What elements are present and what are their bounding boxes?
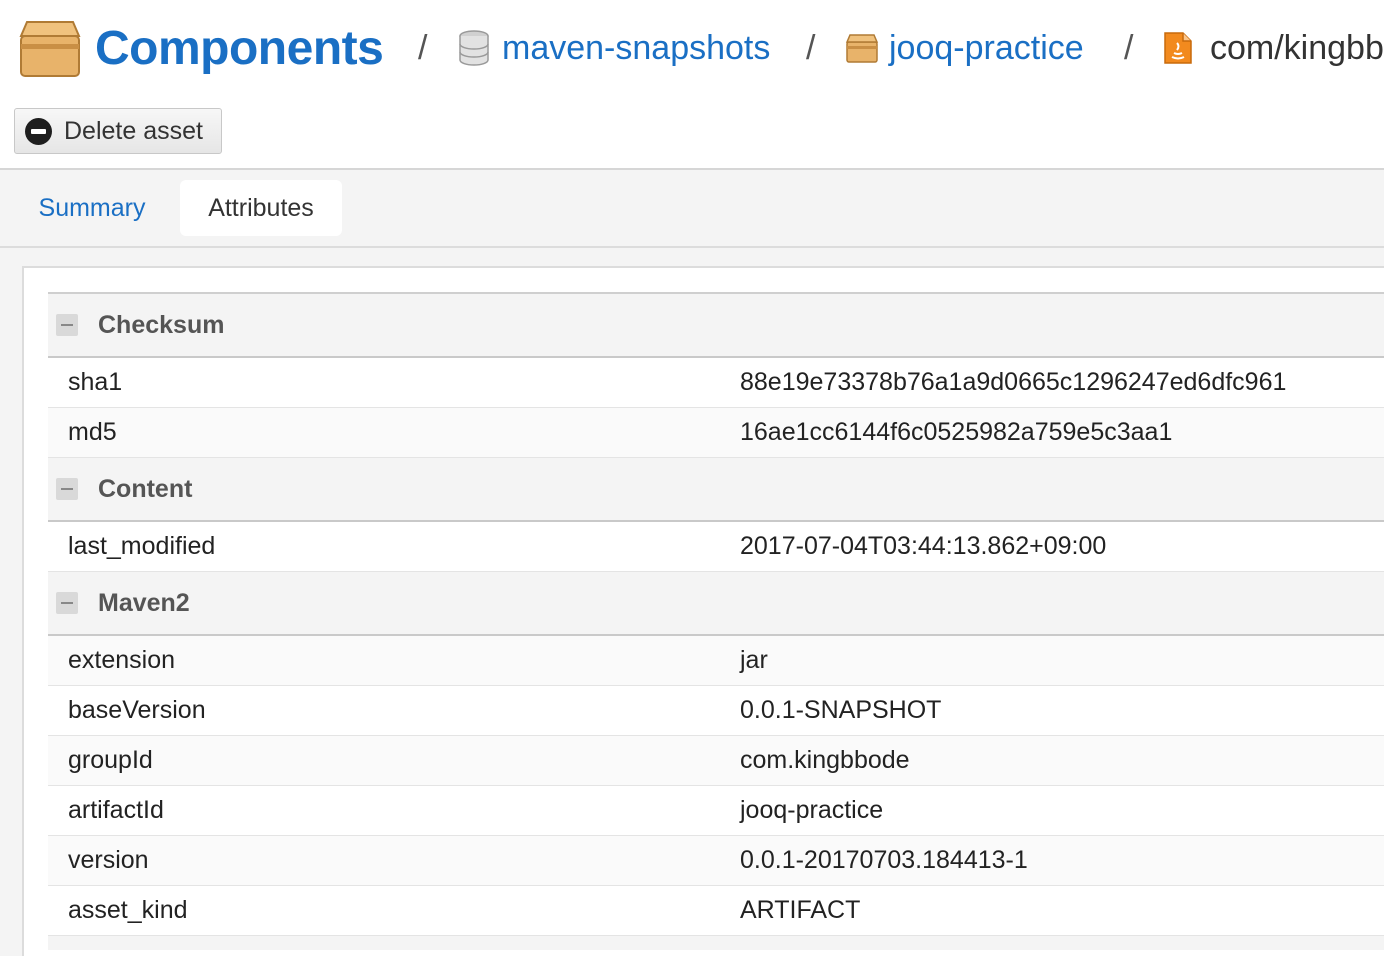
- attribute-key: groupId: [68, 746, 153, 774]
- breadcrumb: Components / maven-snapshots / jooq-prac…: [0, 0, 1384, 96]
- attribute-key: md5: [68, 418, 117, 446]
- attribute-row: sha1 88e19e73378b76a1a9d0665c1296247ed6d…: [48, 358, 1384, 408]
- tab-attributes[interactable]: Attributes: [180, 180, 342, 236]
- box-icon: [845, 0, 879, 96]
- group-title: Maven2: [98, 588, 190, 617]
- group-header-content[interactable]: Content: [48, 458, 1384, 522]
- attribute-row: baseVersion 0.0.1-SNAPSHOT: [48, 686, 1384, 736]
- attribute-value: 88e19e73378b76a1a9d0665c1296247ed6dfc961: [740, 368, 1287, 396]
- grid-footer: [48, 936, 1384, 950]
- attribute-key: sha1: [68, 368, 123, 396]
- breadcrumb-link-repository[interactable]: maven-snapshots: [502, 0, 770, 96]
- attribute-row: last_modified 2017-07-04T03:44:13.862+09…: [48, 522, 1384, 572]
- collapse-icon[interactable]: [56, 478, 78, 500]
- attribute-key: asset_kind: [68, 896, 188, 924]
- tab-summary[interactable]: Summary: [20, 180, 164, 236]
- breadcrumb-current-asset: com/kingbb: [1210, 28, 1384, 67]
- attribute-value: jooq-practice: [740, 796, 884, 824]
- group-title: Checksum: [98, 310, 225, 339]
- database-icon: [458, 0, 490, 96]
- attribute-row: groupId com.kingbbode: [48, 736, 1384, 786]
- collapse-icon[interactable]: [56, 314, 78, 336]
- attribute-key: version: [68, 846, 149, 874]
- attribute-key: baseVersion: [68, 696, 206, 724]
- attribute-value: jar: [740, 646, 768, 674]
- breadcrumb-separator: /: [1124, 28, 1134, 67]
- breadcrumb-link-component[interactable]: jooq-practice: [889, 0, 1084, 96]
- collapse-icon[interactable]: [56, 592, 78, 614]
- group-header-checksum[interactable]: Checksum: [48, 294, 1384, 358]
- components-icon: [18, 0, 82, 96]
- attribute-value: 0.0.1-SNAPSHOT: [740, 696, 942, 724]
- toolbar: Delete asset: [0, 96, 1384, 170]
- attribute-row: extension jar: [48, 636, 1384, 686]
- attribute-row: md5 16ae1cc6144f6c0525982a759e5c3aa1: [48, 408, 1384, 458]
- minus-circle-icon: [25, 117, 52, 145]
- java-file-icon: [1163, 0, 1193, 96]
- attribute-value: 2017-07-04T03:44:13.862+09:00: [740, 532, 1107, 560]
- attribute-value: 0.0.1-20170703.184413-1: [740, 846, 1028, 874]
- tab-bar: Summary Attributes: [0, 170, 1384, 248]
- breadcrumb-separator: /: [418, 28, 428, 67]
- group-header-maven2[interactable]: Maven2: [48, 572, 1384, 636]
- group-title: Content: [98, 474, 193, 503]
- delete-asset-button[interactable]: Delete asset: [14, 108, 222, 154]
- delete-asset-label: Delete asset: [64, 116, 203, 145]
- page-title: Components: [95, 21, 384, 75]
- attribute-value: 16ae1cc6144f6c0525982a759e5c3aa1: [740, 418, 1173, 446]
- attribute-key: extension: [68, 646, 176, 674]
- attribute-key: last_modified: [68, 532, 216, 560]
- breadcrumb-separator: /: [806, 28, 816, 67]
- attribute-value: com.kingbbode: [740, 746, 910, 774]
- attribute-value: ARTIFACT: [740, 896, 861, 924]
- attribute-row: artifactId jooq-practice: [48, 786, 1384, 836]
- attributes-grid: Checksum sha1 88e19e73378b76a1a9d0665c12…: [48, 292, 1384, 950]
- attribute-row: version 0.0.1-20170703.184413-1: [48, 836, 1384, 886]
- attribute-key: artifactId: [68, 796, 164, 824]
- attribute-row: asset_kind ARTIFACT: [48, 886, 1384, 936]
